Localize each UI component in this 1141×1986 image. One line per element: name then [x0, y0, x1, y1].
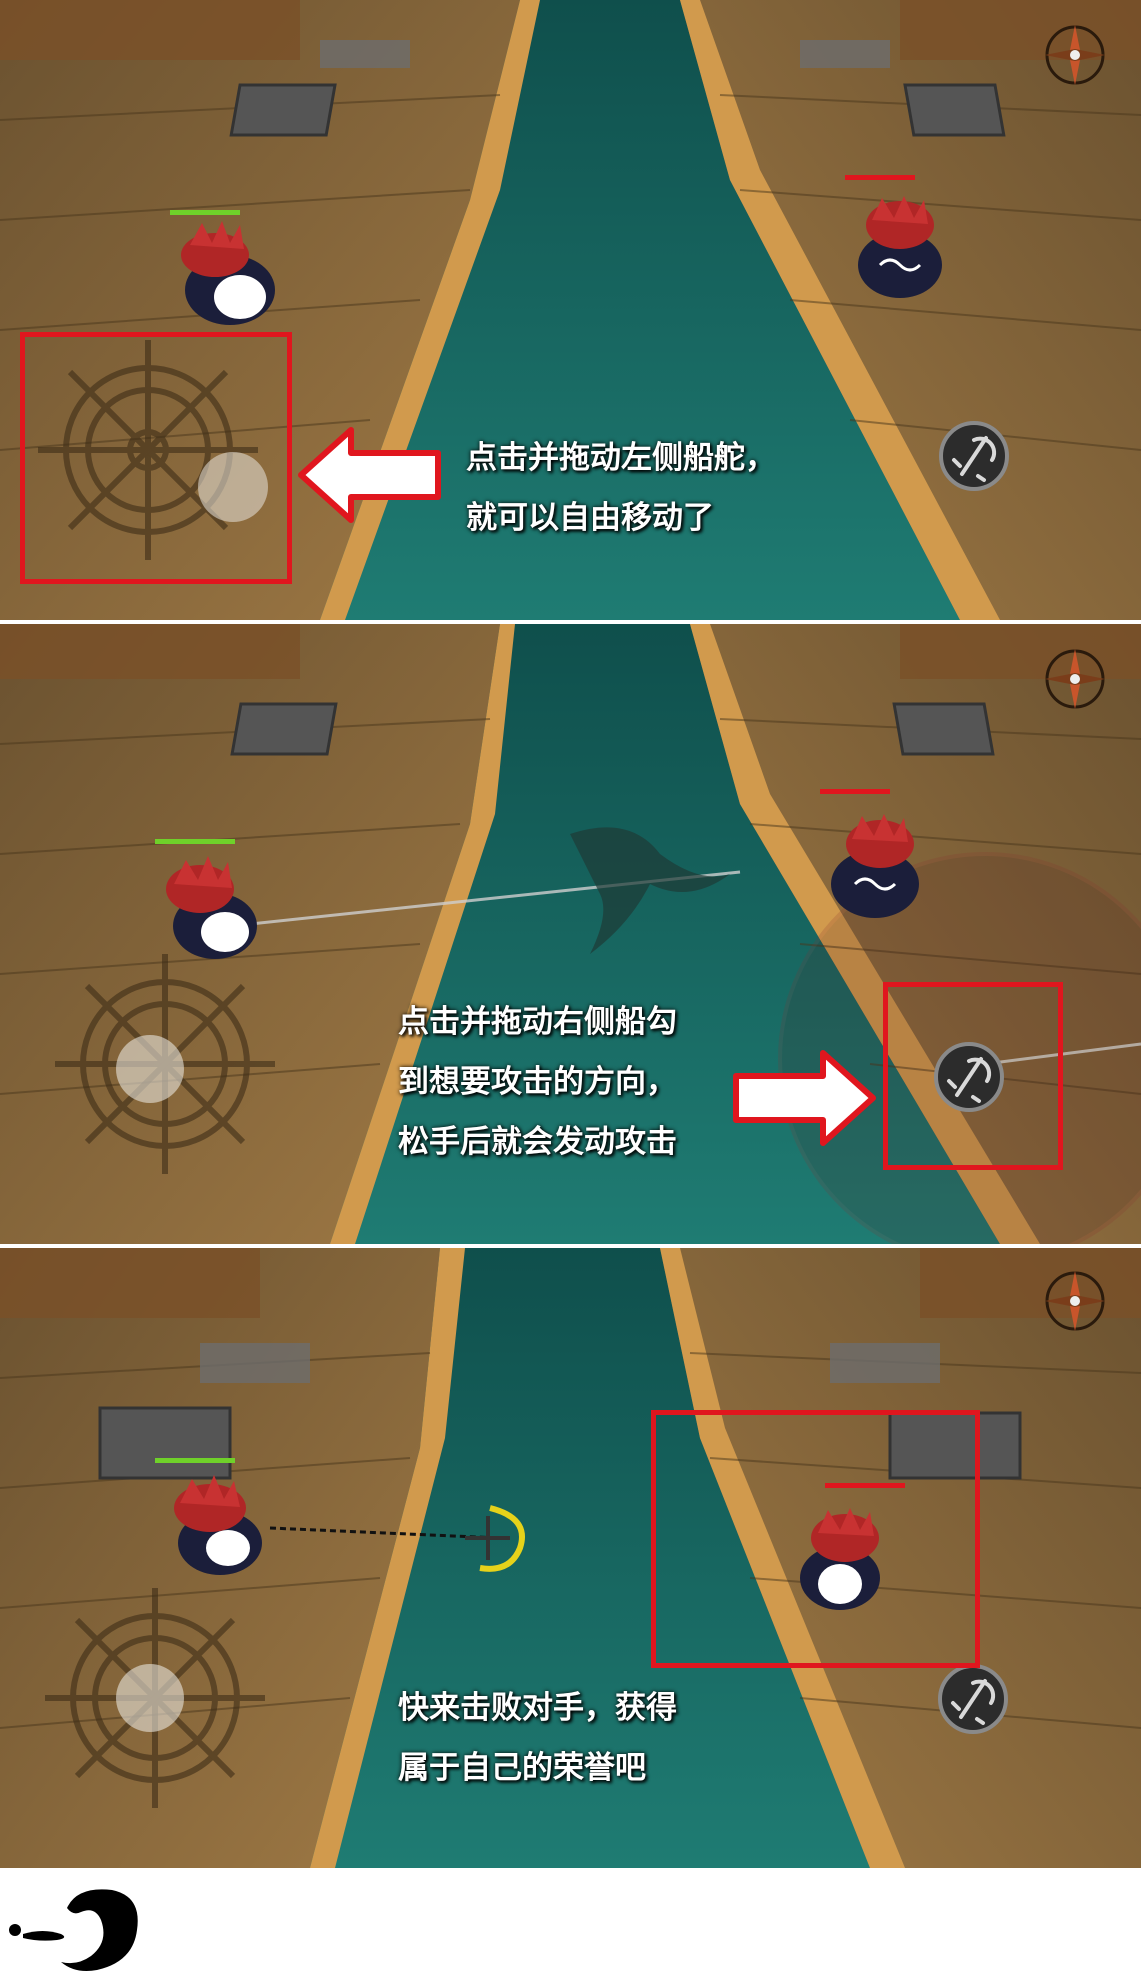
player-penguin: [155, 1458, 262, 1575]
tutorial-panel-attack: 点击并拖动右侧船勾 到想要攻击的方向， 松手后就会发动攻击: [0, 624, 1141, 1244]
joystick-thumb[interactable]: [116, 1664, 184, 1732]
arrow-left-icon: [298, 427, 441, 523]
player-health-bar: [155, 839, 235, 844]
player-health-bar: [170, 210, 240, 215]
joystick-thumb[interactable]: [116, 1035, 184, 1103]
enemy-penguin: [820, 789, 919, 918]
arrow-right-icon: [733, 1050, 876, 1146]
ship-wheel-joystick-icon[interactable]: [35, 1578, 275, 1818]
caption-step-2-line-1: 点击并拖动右侧船勾: [398, 1004, 677, 1040]
anchor-hook-attack-icon[interactable]: [938, 420, 1010, 492]
caption-step-2-line-2: 到想要攻击的方向，: [398, 1064, 677, 1100]
compass-rose-icon: [1045, 1271, 1105, 1331]
caption-step-3: 快来击败对手，获得 属于自己的荣誉吧: [398, 1678, 677, 1798]
compass-rose-icon: [1045, 25, 1105, 85]
highlight-box-hook: [883, 982, 1063, 1170]
enemy-health-bar: [845, 175, 915, 180]
caption-step-2: 点击并拖动右侧船勾 到想要攻击的方向， 松手后就会发动攻击: [398, 992, 677, 1172]
enemy-penguin: [845, 175, 942, 298]
compass-rose-icon: [1045, 649, 1105, 709]
caption-step-3-line-2: 属于自己的荣誉吧: [398, 1750, 646, 1786]
highlight-box-enemy: [651, 1410, 980, 1668]
anchor-hook-attack-icon[interactable]: [937, 1663, 1009, 1735]
caption-step-1-line-2: 就可以自由移动了: [466, 500, 714, 536]
caption-step-3-line-1: 快来击败对手，获得: [398, 1690, 677, 1726]
caption-step-2-line-3: 松手后就会发动攻击: [398, 1124, 677, 1160]
tutorial-panel-defeat: 快来击败对手，获得 属于自己的荣誉吧: [0, 1248, 1141, 1868]
player-health-bar: [155, 1458, 235, 1463]
tutorial-panel-move: 点击并拖动左侧船舵， 就可以自由移动了: [0, 0, 1141, 620]
brush-stroke-logo: [9, 1889, 138, 1971]
ship-wheel-joystick-icon[interactable]: [45, 944, 285, 1184]
caption-step-1: 点击并拖动左侧船舵， 就可以自由移动了: [466, 428, 776, 548]
caption-step-1-line-1: 点击并拖动左侧船舵，: [466, 440, 776, 476]
enemy-health-bar: [820, 789, 890, 794]
footer: [0, 1868, 1141, 1986]
player-penguin: [170, 210, 275, 325]
highlight-box-wheel: [20, 332, 292, 584]
